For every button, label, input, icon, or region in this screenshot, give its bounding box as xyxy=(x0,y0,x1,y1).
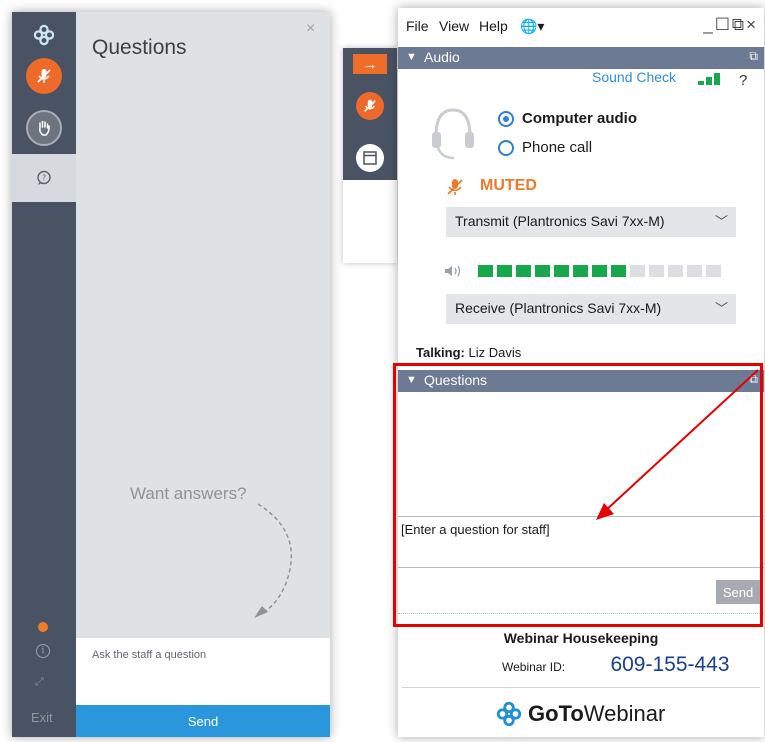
svg-text:?: ? xyxy=(42,174,46,183)
receive-device-select[interactable]: Receive (Plantronics Savi 7xx-M) ﹀ xyxy=(446,294,736,324)
menu-help[interactable]: Help xyxy=(479,18,508,34)
brand-name: GoToWebinar xyxy=(528,701,666,726)
computer-audio-radio[interactable] xyxy=(498,111,514,127)
question-bubble-icon: ? xyxy=(37,170,51,185)
volume-segment xyxy=(478,265,493,277)
phone-call-label[interactable]: Phone call xyxy=(522,139,592,156)
mic-muted-icon xyxy=(37,69,51,83)
help-icon[interactable]: ? xyxy=(739,72,747,89)
page-title: Questions xyxy=(92,36,187,59)
chevron-down-icon: ﹀ xyxy=(714,301,728,316)
volume-segment xyxy=(687,265,702,277)
popout-icon[interactable]: ⧉ xyxy=(749,49,758,64)
menu-view[interactable]: View xyxy=(439,18,469,34)
volume-segment xyxy=(611,265,626,277)
collapse-arrow-icon[interactable]: → xyxy=(353,54,387,74)
highlight-box xyxy=(393,363,763,627)
questions-window: ? i ⤢ Exit Questions × Want answers? Ask… xyxy=(12,12,330,737)
volume-segment xyxy=(554,265,569,277)
signal-strength-icon xyxy=(698,72,730,86)
mic-muted-icon xyxy=(364,99,376,112)
mic-muted-icon xyxy=(447,179,463,195)
raise-hand-icon xyxy=(39,120,50,136)
brand-logo: GoToWebinar xyxy=(496,701,665,727)
audio-panel-title: Audio xyxy=(424,49,460,65)
menu-bar: File View Help 🌐▾ _☐⧉× xyxy=(398,8,764,44)
collapsed-control-strip: → xyxy=(343,48,397,263)
transmit-device-select[interactable]: Transmit (Plantronics Savi 7xx-M) ﹀ xyxy=(446,207,736,237)
webinar-title: Webinar Housekeeping xyxy=(503,630,659,646)
receive-device-value: Receive (Plantronics Savi 7xx-M) xyxy=(455,300,662,316)
close-icon[interactable]: × xyxy=(306,20,315,38)
volume-segment xyxy=(592,265,607,277)
audio-panel-header[interactable]: ▼ Audio ⧉ xyxy=(398,47,764,69)
muted-status: MUTED xyxy=(480,177,537,194)
window-controls[interactable]: _☐⧉× xyxy=(703,15,758,35)
menu-file[interactable]: File xyxy=(406,18,429,34)
send-button[interactable]: Send xyxy=(76,705,330,737)
dashed-curve-arrow-icon xyxy=(254,503,293,618)
divider xyxy=(402,687,760,688)
webinar-id-value: 609-155-443 xyxy=(584,647,756,683)
expand-icon[interactable]: ⤢ xyxy=(35,676,44,689)
tab-questions[interactable]: ? xyxy=(12,154,76,202)
volume-segment xyxy=(516,265,531,277)
left-rail: ? i ⤢ Exit xyxy=(12,12,76,737)
gotowebinar-logo-icon xyxy=(33,24,55,51)
headset-icon xyxy=(432,108,474,160)
window-icon xyxy=(363,151,377,165)
talking-indicator: Talking: Liz Davis xyxy=(416,345,521,360)
volume-segment xyxy=(497,265,512,277)
volume-segment xyxy=(649,265,664,277)
volume-segment xyxy=(668,265,683,277)
speaker-icon xyxy=(445,265,461,277)
volume-segment xyxy=(573,265,588,277)
exit-button[interactable]: Exit xyxy=(31,710,53,725)
empty-state-prompt: Want answers? xyxy=(130,484,247,503)
mute-toggle-button[interactable] xyxy=(26,58,62,94)
talking-name: Liz Davis xyxy=(468,345,522,360)
info-icon[interactable]: i xyxy=(36,644,50,658)
phone-call-radio[interactable] xyxy=(498,140,514,156)
control-strip-rail: → xyxy=(343,48,397,180)
window-toggle-button[interactable] xyxy=(356,144,384,172)
chevron-down-icon: ﹀ xyxy=(714,214,728,229)
question-input-placeholder: Ask the staff a question xyxy=(92,649,207,661)
mute-toggle-button[interactable] xyxy=(356,92,384,120)
computer-audio-label[interactable]: Computer audio xyxy=(522,110,637,127)
volume-segment xyxy=(535,265,550,277)
raise-hand-button[interactable] xyxy=(26,110,62,146)
language-globe-icon[interactable]: 🌐▾ xyxy=(520,18,544,35)
collapse-triangle-icon[interactable]: ▼ xyxy=(406,51,417,63)
webinar-id-label: Webinar ID: xyxy=(502,660,566,674)
talking-label: Talking: xyxy=(416,345,465,360)
transmit-device-value: Transmit (Plantronics Savi 7xx-M) xyxy=(455,213,665,229)
sound-check-link[interactable]: Sound Check xyxy=(592,69,676,85)
gotowebinar-logo-icon xyxy=(496,701,522,727)
volume-segment xyxy=(706,265,721,277)
status-dot-icon xyxy=(38,622,48,632)
volume-segment xyxy=(630,265,645,277)
